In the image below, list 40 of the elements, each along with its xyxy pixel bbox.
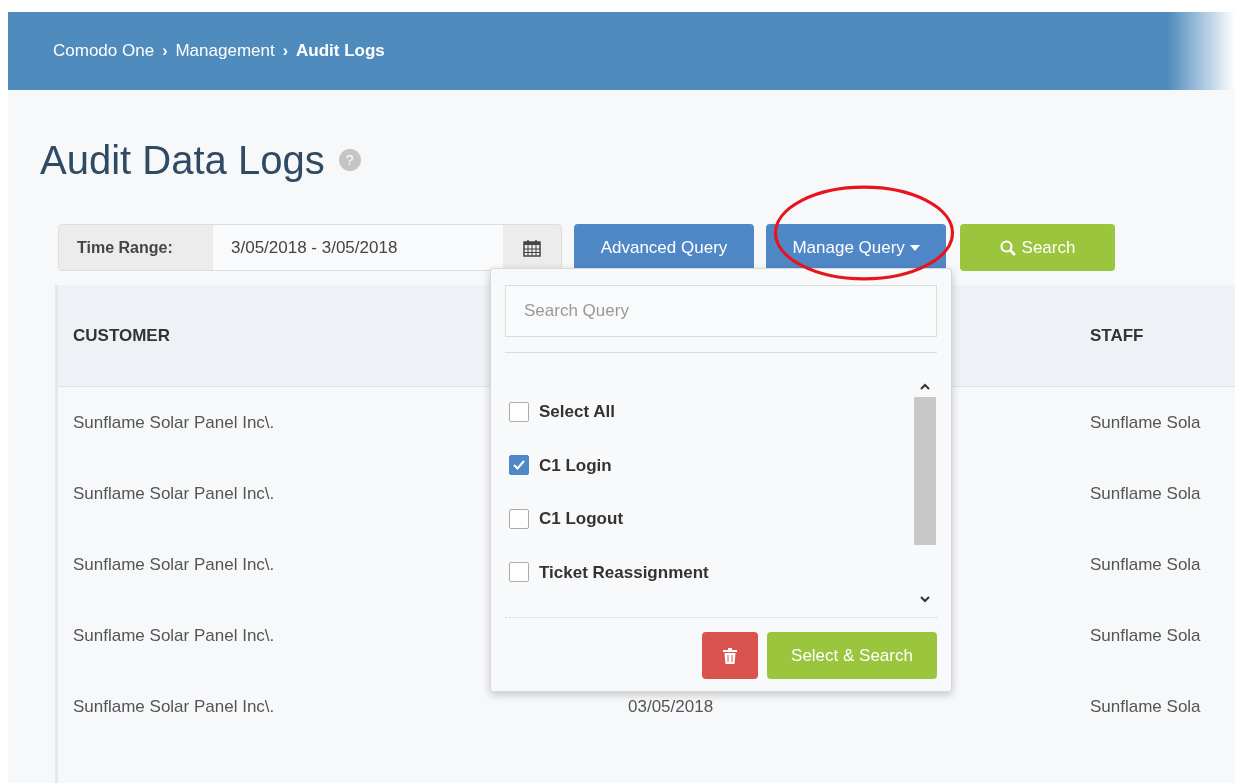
- calendar-icon[interactable]: [523, 238, 541, 257]
- advanced-query-button[interactable]: Advanced Query: [574, 224, 754, 271]
- column-header[interactable]: STAFF: [1075, 285, 1235, 386]
- checkbox-label: Ticket Reassignment: [539, 561, 709, 584]
- chevron-up-icon[interactable]: [919, 383, 931, 391]
- checkbox-label: C1 Login: [539, 454, 612, 477]
- breadcrumb-separator: ›: [282, 41, 288, 61]
- table-cell-text: Sunflame Solar Panel Inc\.: [73, 482, 275, 505]
- table-cell-text: Sunflame Sola: [1090, 553, 1201, 576]
- delete-button[interactable]: [702, 632, 758, 679]
- select-and-search-button[interactable]: Select & Search: [767, 632, 937, 679]
- table-cell-text: Sunflame Sola: [1090, 624, 1201, 647]
- checkbox[interactable]: [509, 508, 529, 529]
- table-cell-text: Sunflame Solar Panel Inc\.: [73, 411, 275, 434]
- chevron-down-icon[interactable]: [919, 595, 931, 603]
- table-cell-text: Sunflame Sola: [1090, 695, 1201, 718]
- scrollbar[interactable]: [913, 383, 937, 603]
- checkbox-label: Select All: [539, 401, 615, 423]
- checkbox-label: C1 Logout: [539, 508, 624, 530]
- search-query-field[interactable]: Search Query: [505, 285, 937, 337]
- search-button[interactable]: Search: [960, 224, 1115, 271]
- time-range-field[interactable]: Time Range: 3/05/2018 - 3/05/2018: [58, 224, 562, 271]
- check-icon: [513, 460, 525, 471]
- checkbox[interactable]: [509, 562, 529, 583]
- page-title: Audit Data Logs: [40, 137, 325, 184]
- caret-icon: [909, 245, 920, 252]
- checkbox[interactable]: [509, 455, 529, 476]
- table-cell-text: 03/05/2018: [628, 695, 714, 718]
- checkbox[interactable]: [509, 401, 529, 422]
- table-cell-text: Sunflame Sola: [1090, 411, 1201, 434]
- trash-icon: [723, 647, 737, 664]
- breadcrumb-link[interactable]: Comodo One: [53, 38, 155, 64]
- table-cell-text: Sunflame Solar Panel Inc\.: [73, 553, 275, 576]
- table-cell-text: Sunflame Solar Panel Inc\.: [73, 695, 275, 718]
- search-icon: [999, 239, 1016, 256]
- breadcrumb-link[interactable]: Management: [175, 38, 275, 64]
- table-cell-text: Sunflame Solar Panel Inc\.: [73, 624, 275, 647]
- breadcrumb-link[interactable]: Audit Logs: [296, 38, 385, 64]
- breadcrumb-separator: ›: [162, 41, 168, 61]
- table-cell-text: Sunflame Sola: [1090, 482, 1201, 505]
